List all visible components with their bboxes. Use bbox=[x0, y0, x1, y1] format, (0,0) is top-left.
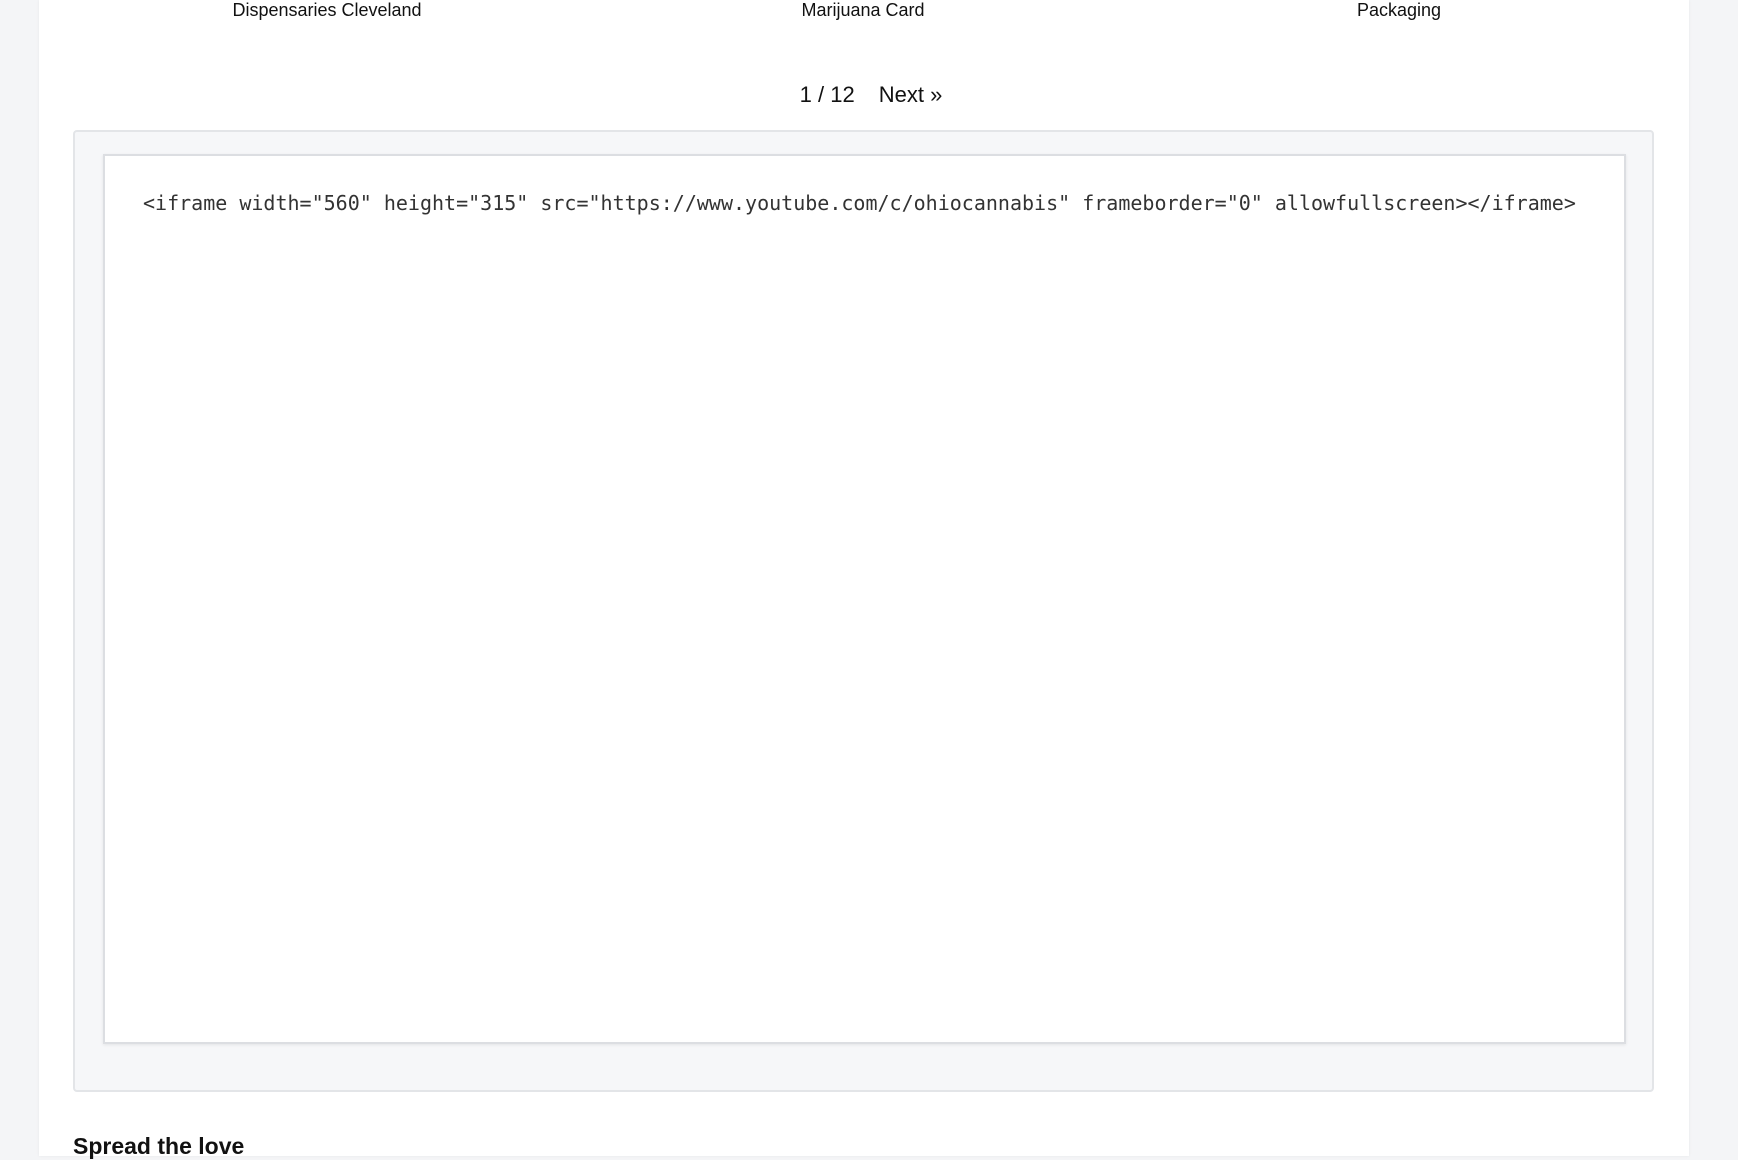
next-page-link[interactable]: Next » bbox=[879, 82, 943, 108]
embed-container: <iframe width="560" height="315" src="ht… bbox=[73, 130, 1654, 1092]
related-link-dispensaries-cleveland[interactable]: Dispensaries Cleveland bbox=[232, 0, 421, 21]
related-link-marijuana-card[interactable]: Marijuana Card bbox=[801, 0, 924, 21]
embed-code-block[interactable]: <iframe width="560" height="315" src="ht… bbox=[103, 154, 1626, 1044]
page-content: Dispensaries Cleveland Marijuana Card Pa… bbox=[39, 0, 1689, 1159]
related-links: Dispensaries Cleveland Marijuana Card Pa… bbox=[39, 0, 1689, 30]
page-counter: 1 / 12 bbox=[799, 82, 855, 107]
related-link-packaging[interactable]: Packaging bbox=[1357, 0, 1441, 21]
pagination: 1 / 12 Next » bbox=[39, 78, 1689, 112]
